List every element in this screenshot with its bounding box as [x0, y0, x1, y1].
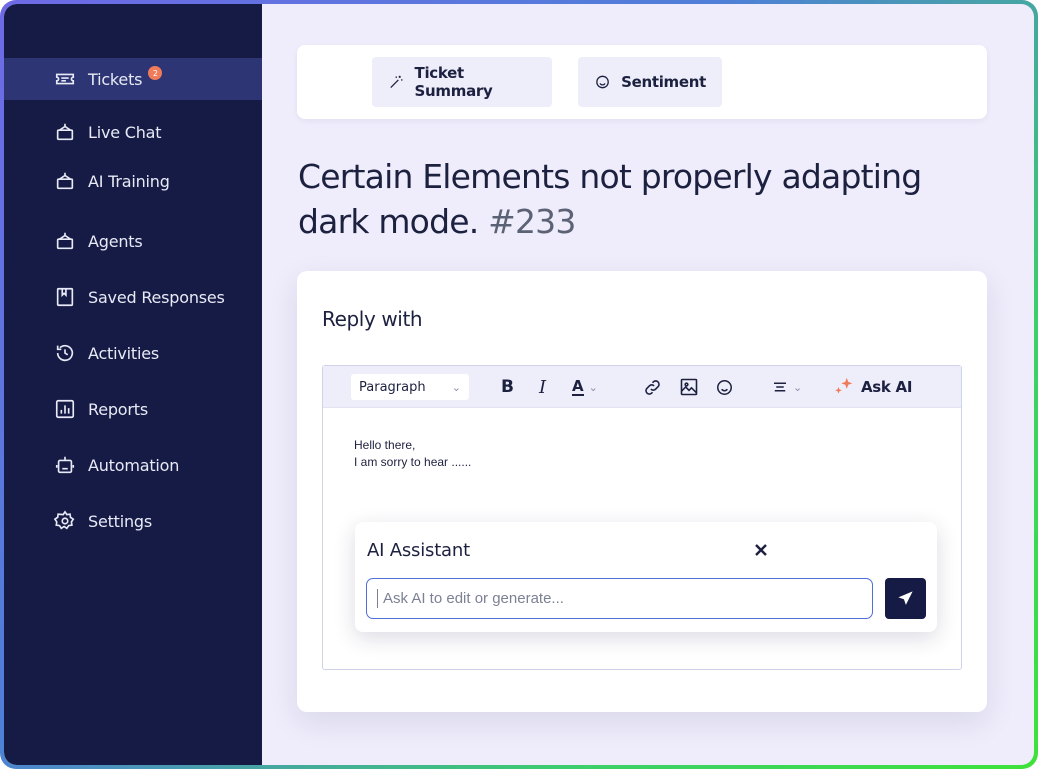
bold-button[interactable]: B — [501, 366, 514, 408]
smiley-icon — [596, 75, 609, 89]
italic-button[interactable]: I — [539, 366, 546, 408]
sidebar-item-label: Reports — [88, 399, 148, 419]
bot-icon — [56, 172, 74, 190]
sidebar-item-label: Live Chat — [88, 122, 162, 142]
history-icon — [56, 344, 74, 362]
notification-badge: 2 — [148, 66, 163, 80]
ticket-title: Certain Elements not properly adapting d… — [298, 154, 998, 244]
ticket-title-text: Certain Elements not properly adapting d… — [298, 157, 922, 241]
sidebar: Tickets 2 Live Chat AI Training Agents S… — [4, 4, 262, 765]
ticket-number: #233 — [488, 202, 576, 241]
sidebar-item-reports[interactable]: Reports — [4, 388, 262, 430]
bot-icon — [56, 232, 74, 250]
reply-heading: Reply with — [322, 307, 423, 331]
ask-ai-label: Ask AI — [861, 378, 913, 396]
send-icon — [898, 591, 913, 605]
align-center-icon — [774, 382, 786, 392]
italic-label: I — [539, 376, 547, 398]
chevron-down-icon: ⌄ — [793, 380, 803, 394]
sidebar-item-label: Settings — [88, 511, 153, 531]
editor-line: I am sorry to hear ...... — [354, 455, 472, 469]
sidebar-item-settings[interactable]: Settings — [4, 500, 262, 542]
paragraph-style-select[interactable]: Paragraph ⌄ — [351, 374, 469, 400]
close-icon — [755, 544, 767, 556]
sidebar-item-automation[interactable]: Automation — [4, 444, 262, 486]
app-window: Tickets 2 Live Chat AI Training Agents S… — [4, 4, 1034, 765]
reply-card: Reply with Paragraph ⌄ B I A ⌄ ⌄ Ask AI … — [297, 271, 987, 712]
editor-toolbar: Paragraph ⌄ B I A ⌄ ⌄ Ask AI — [323, 366, 961, 408]
emoji-button[interactable] — [715, 366, 734, 408]
editor-content[interactable]: Hello there, I am sorry to hear ...... — [354, 437, 471, 471]
link-button[interactable] — [643, 366, 662, 408]
insert-image-button[interactable] — [679, 366, 699, 408]
link-icon — [645, 379, 660, 395]
ticket-summary-button[interactable]: Ticket Summary — [372, 57, 552, 107]
ticket-summary-label: Ticket Summary — [414, 64, 493, 100]
sidebar-item-live-chat[interactable]: Live Chat — [4, 111, 262, 153]
ai-assistant-popup: AI Assistant — [355, 522, 937, 632]
sentiment-label: Sentiment — [621, 73, 706, 91]
sidebar-item-agents[interactable]: Agents — [4, 220, 262, 262]
paragraph-style-value: Paragraph — [359, 379, 426, 395]
robot-icon — [55, 456, 75, 474]
sidebar-item-label: AI Training — [88, 171, 170, 191]
sidebar-item-label: Agents — [88, 231, 143, 251]
text-color-label: A — [572, 376, 584, 396]
ai-assistant-title: AI Assistant — [367, 540, 470, 561]
text-color-button[interactable]: A ⌄ — [572, 366, 598, 408]
smiley-icon — [717, 379, 732, 395]
sidebar-item-ai-training[interactable]: AI Training — [4, 160, 262, 202]
bookmark-icon — [56, 287, 74, 307]
chevron-down-icon: ⌄ — [588, 380, 598, 394]
bar-chart-icon — [55, 399, 75, 419]
sidebar-item-label: Saved Responses — [88, 287, 225, 307]
editor-line: Hello there, — [354, 438, 416, 452]
sentiment-button[interactable]: Sentiment — [578, 57, 722, 107]
close-button[interactable] — [751, 540, 771, 560]
bold-label: B — [501, 377, 514, 397]
image-icon — [680, 378, 698, 396]
sidebar-item-label: Tickets — [88, 69, 143, 89]
magic-wand-icon — [390, 75, 403, 88]
align-button[interactable]: ⌄ — [771, 366, 802, 408]
send-button[interactable] — [885, 578, 926, 619]
app-frame: Tickets 2 Live Chat AI Training Agents S… — [0, 0, 1038, 769]
sidebar-item-activities[interactable]: Activities — [4, 332, 262, 374]
sidebar-item-saved-responses[interactable]: Saved Responses — [4, 276, 262, 318]
chevron-down-icon: ⌄ — [451, 380, 461, 394]
gear-icon — [54, 510, 75, 530]
sidebar-item-label: Automation — [88, 455, 180, 475]
sidebar-item-label: Activities — [88, 343, 159, 363]
ask-ai-button[interactable]: Ask AI — [833, 366, 912, 408]
ticket-actions-bar: Ticket Summary Sentiment — [297, 45, 987, 119]
sidebar-item-tickets[interactable]: Tickets 2 — [4, 58, 262, 100]
text-cursor — [377, 589, 378, 608]
ticket-icon — [55, 73, 75, 85]
sparkle-icon — [835, 377, 853, 394]
bot-icon — [56, 123, 74, 141]
ai-prompt-input[interactable] — [366, 578, 873, 619]
